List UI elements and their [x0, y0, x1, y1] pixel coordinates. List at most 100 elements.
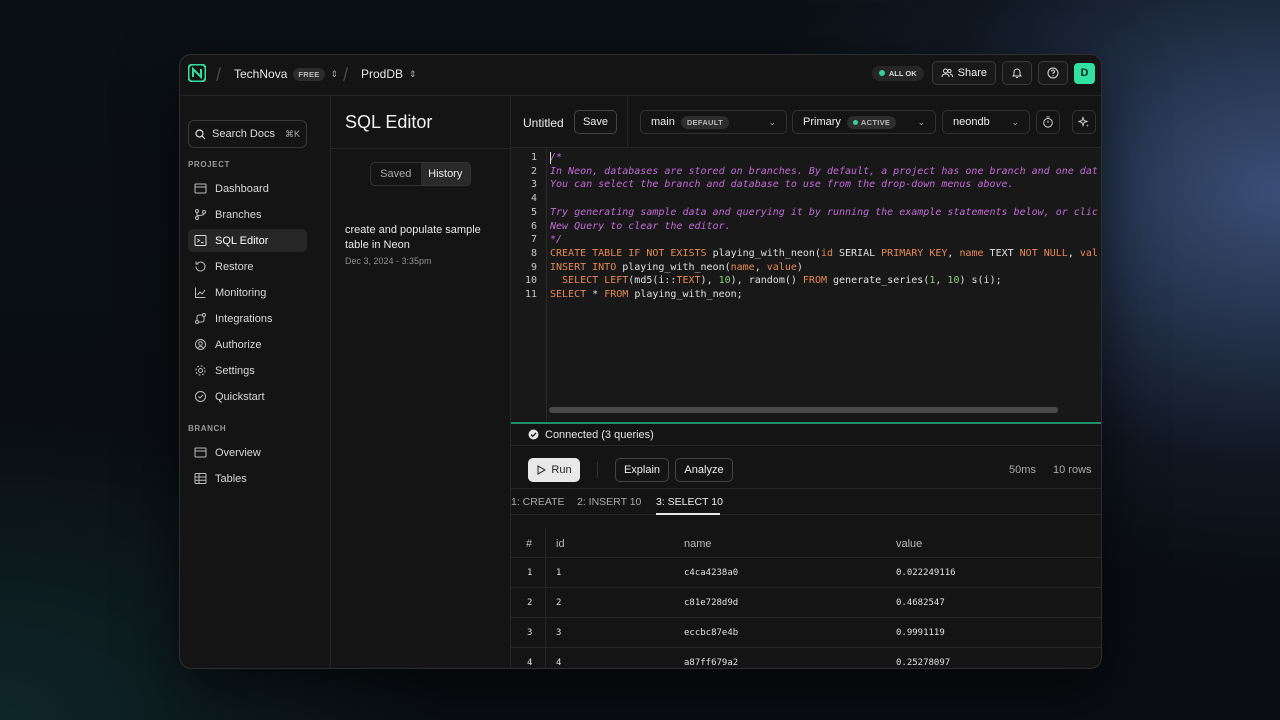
table-row[interactable]: 1 1 c4ca4238a0 0.022249116: [511, 558, 1101, 588]
code-token: New Query to clear the editor.: [550, 220, 731, 232]
sidebar-item-quickstart[interactable]: Quickstart: [188, 385, 307, 408]
history-item-title: create and populate sample table in Neon: [345, 224, 481, 251]
line-number: 6: [530, 220, 537, 232]
help-button[interactable]: [1038, 61, 1068, 85]
sidebar-item-restore[interactable]: Restore: [188, 255, 307, 278]
code-token: name: [959, 247, 990, 259]
code-token: ),: [700, 275, 719, 287]
analyze-button[interactable]: Analyze: [675, 458, 733, 482]
neon-logo-icon[interactable]: [188, 64, 206, 82]
line-number: 5: [530, 206, 537, 218]
column-header[interactable]: name: [684, 538, 712, 550]
chevron-down-icon: ⌄: [1011, 116, 1019, 127]
divider: [545, 528, 546, 557]
tab-history[interactable]: History: [420, 163, 470, 185]
table-row[interactable]: 4 4 a87ff679a2 0.25278097: [511, 648, 1101, 668]
status-text: ALL OK: [888, 68, 917, 78]
sidebar-item-branches[interactable]: Branches: [188, 203, 307, 226]
sidebar-item-label: Quickstart: [215, 390, 265, 403]
query-name[interactable]: Untitled: [523, 116, 564, 130]
code-line[interactable]: New Query to clear the editor.: [550, 221, 731, 232]
line-number: 10: [524, 275, 537, 287]
branches-icon: [195, 209, 206, 220]
row-count: 10 rows: [1053, 464, 1092, 476]
code-token: ,: [1067, 247, 1080, 259]
code-line[interactable]: In Neon, databases are stored on branche…: [550, 166, 1098, 177]
run-button[interactable]: Run: [528, 458, 580, 482]
code-line[interactable]: */: [550, 234, 562, 245]
sidebar-item-settings[interactable]: Settings: [188, 359, 307, 382]
code-editor[interactable]: 1 2 3 4 5 6 7 8 9 10 11 /* In Neon, databases are s…: [511, 148, 1101, 421]
active-badge-text: ACTIVE: [860, 117, 891, 127]
code-line[interactable]: SELECT * FROM playing_with_neon;: [550, 289, 743, 300]
timer-button[interactable]: [1036, 110, 1060, 134]
sidebar-item-sql-editor[interactable]: SQL Editor: [188, 229, 307, 252]
search-shortcut: ⌘K: [284, 128, 300, 139]
sidebar-item-tables[interactable]: Tables: [188, 467, 307, 490]
code-token: ) s(i);: [959, 275, 1002, 287]
ai-assist-button[interactable]: [1072, 110, 1096, 134]
tab-insert[interactable]: 2: INSERT 10: [577, 496, 641, 508]
avatar[interactable]: D: [1074, 62, 1095, 84]
code-token: ): [796, 261, 803, 273]
default-badge: DEFAULT: [680, 115, 729, 129]
line-number: 11: [524, 289, 537, 300]
code-line[interactable]: You can select the branch and database t…: [550, 179, 1014, 190]
chevron-down-icon: ⌄: [768, 116, 776, 127]
sidebar-item-dashboard[interactable]: Dashboard: [188, 177, 307, 200]
notifications-button[interactable]: [1002, 61, 1032, 85]
sidebar-item-monitoring[interactable]: Monitoring: [188, 281, 307, 304]
compute-select[interactable]: Primary ACTIVE ⌄: [792, 110, 936, 134]
line-number: 9: [530, 261, 537, 273]
divider: [545, 588, 546, 617]
code-token: generate_series(: [833, 275, 930, 287]
share-button[interactable]: Share: [931, 61, 996, 85]
sidebar-item-label: Monitoring: [215, 286, 267, 299]
history-item[interactable]: create and populate sample table in Neon…: [345, 223, 497, 266]
status-badge[interactable]: ALL OK: [871, 65, 924, 81]
code-line[interactable]: CREATE TABLE IF NOT EXISTS playing_with_…: [550, 248, 1098, 259]
app-window: / TechNova FREE ⇕ / ProdDB ⇕ ALL OK Shar…: [179, 54, 1102, 669]
compute-value: Primary: [803, 116, 841, 128]
cell-value: 0.9991119: [896, 628, 945, 638]
project-switcher[interactable]: ProdDB ⇕: [361, 67, 417, 81]
code-line[interactable]: /*: [550, 152, 562, 163]
settings-icon: [195, 365, 206, 376]
cell-id: 4: [556, 658, 562, 668]
column-header[interactable]: id: [556, 538, 565, 550]
table-header: # id name value: [511, 528, 1101, 558]
cell-name: c81e728d9d: [684, 598, 739, 608]
tab-saved[interactable]: Saved: [371, 163, 421, 185]
code-line[interactable]: Try generating sample data and querying …: [550, 207, 1098, 218]
tab-select[interactable]: 3: SELECT 10: [656, 496, 723, 508]
table-row[interactable]: 2 2 c81e728d9d 0.4682547: [511, 588, 1101, 618]
status-dot-icon: [878, 70, 885, 76]
sidebar-item-authorize[interactable]: Authorize: [188, 333, 307, 356]
column-header[interactable]: value: [896, 538, 922, 550]
row-index: 3: [527, 628, 533, 638]
code-token: (md5(i::: [628, 275, 677, 287]
project-section-title: PROJECT: [188, 160, 230, 169]
database-select[interactable]: neondb ⌄: [942, 110, 1030, 134]
sidebar-item-integrations[interactable]: Integrations: [188, 307, 307, 330]
explain-button[interactable]: Explain: [615, 458, 669, 482]
search-docs-button[interactable]: Search Docs ⌘K: [188, 120, 307, 148]
table-row[interactable]: 3 3 eccbc87e4b 0.9991119: [511, 618, 1101, 648]
tab-create[interactable]: 1: CREATE: [511, 496, 564, 508]
org-switcher[interactable]: TechNova FREE ⇕: [234, 67, 338, 81]
code-token: SELECT LEFT: [562, 275, 629, 287]
quickstart-icon: [195, 391, 206, 402]
sparkle-icon: [1078, 116, 1089, 128]
branch-select[interactable]: main DEFAULT ⌄: [640, 110, 787, 134]
save-button[interactable]: Save: [574, 110, 617, 134]
sidebar-item-label: Restore: [215, 260, 254, 273]
code-line[interactable]: INSERT INTO playing_with_neon(name, valu…: [550, 262, 803, 273]
plan-badge: FREE: [293, 67, 325, 81]
sidebar-item-overview[interactable]: Overview: [188, 441, 307, 464]
column-header[interactable]: #: [526, 538, 532, 550]
sidebar: Search Docs ⌘K PROJECT Dashboard Branche…: [180, 96, 331, 668]
code-line[interactable]: SELECT LEFT(md5(i::TEXT), 10), random() …: [550, 275, 1002, 286]
search-label: Search Docs: [212, 128, 275, 140]
sidebar-item-label: Settings: [215, 364, 255, 377]
horizontal-scrollbar[interactable]: [549, 407, 1058, 413]
